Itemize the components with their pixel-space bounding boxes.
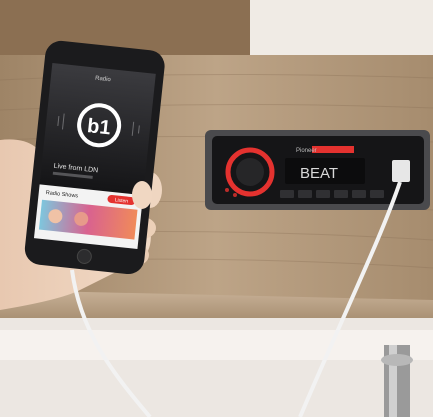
smartphone: Radio b1 Live from LDN Radio Shows Liste… <box>24 40 165 275</box>
station-logo-text: b1 <box>86 115 112 139</box>
radio-brand: Pioneer <box>296 148 317 154</box>
counter-highlight <box>0 330 433 360</box>
photo-svg: BEAT Pioneer Radio b1 Live from LDN Radi… <box>0 0 433 417</box>
radio-volume-knob <box>236 158 264 186</box>
window-light <box>250 0 433 55</box>
chrome-tap <box>381 345 413 417</box>
photo-scene: BEAT Pioneer Radio b1 Live from LDN Radi… <box>0 0 433 417</box>
radio-accent-strip <box>312 146 354 153</box>
usb-plug <box>392 160 410 182</box>
radio-display-text: BEAT <box>300 165 338 182</box>
thumb-tip <box>132 181 152 209</box>
